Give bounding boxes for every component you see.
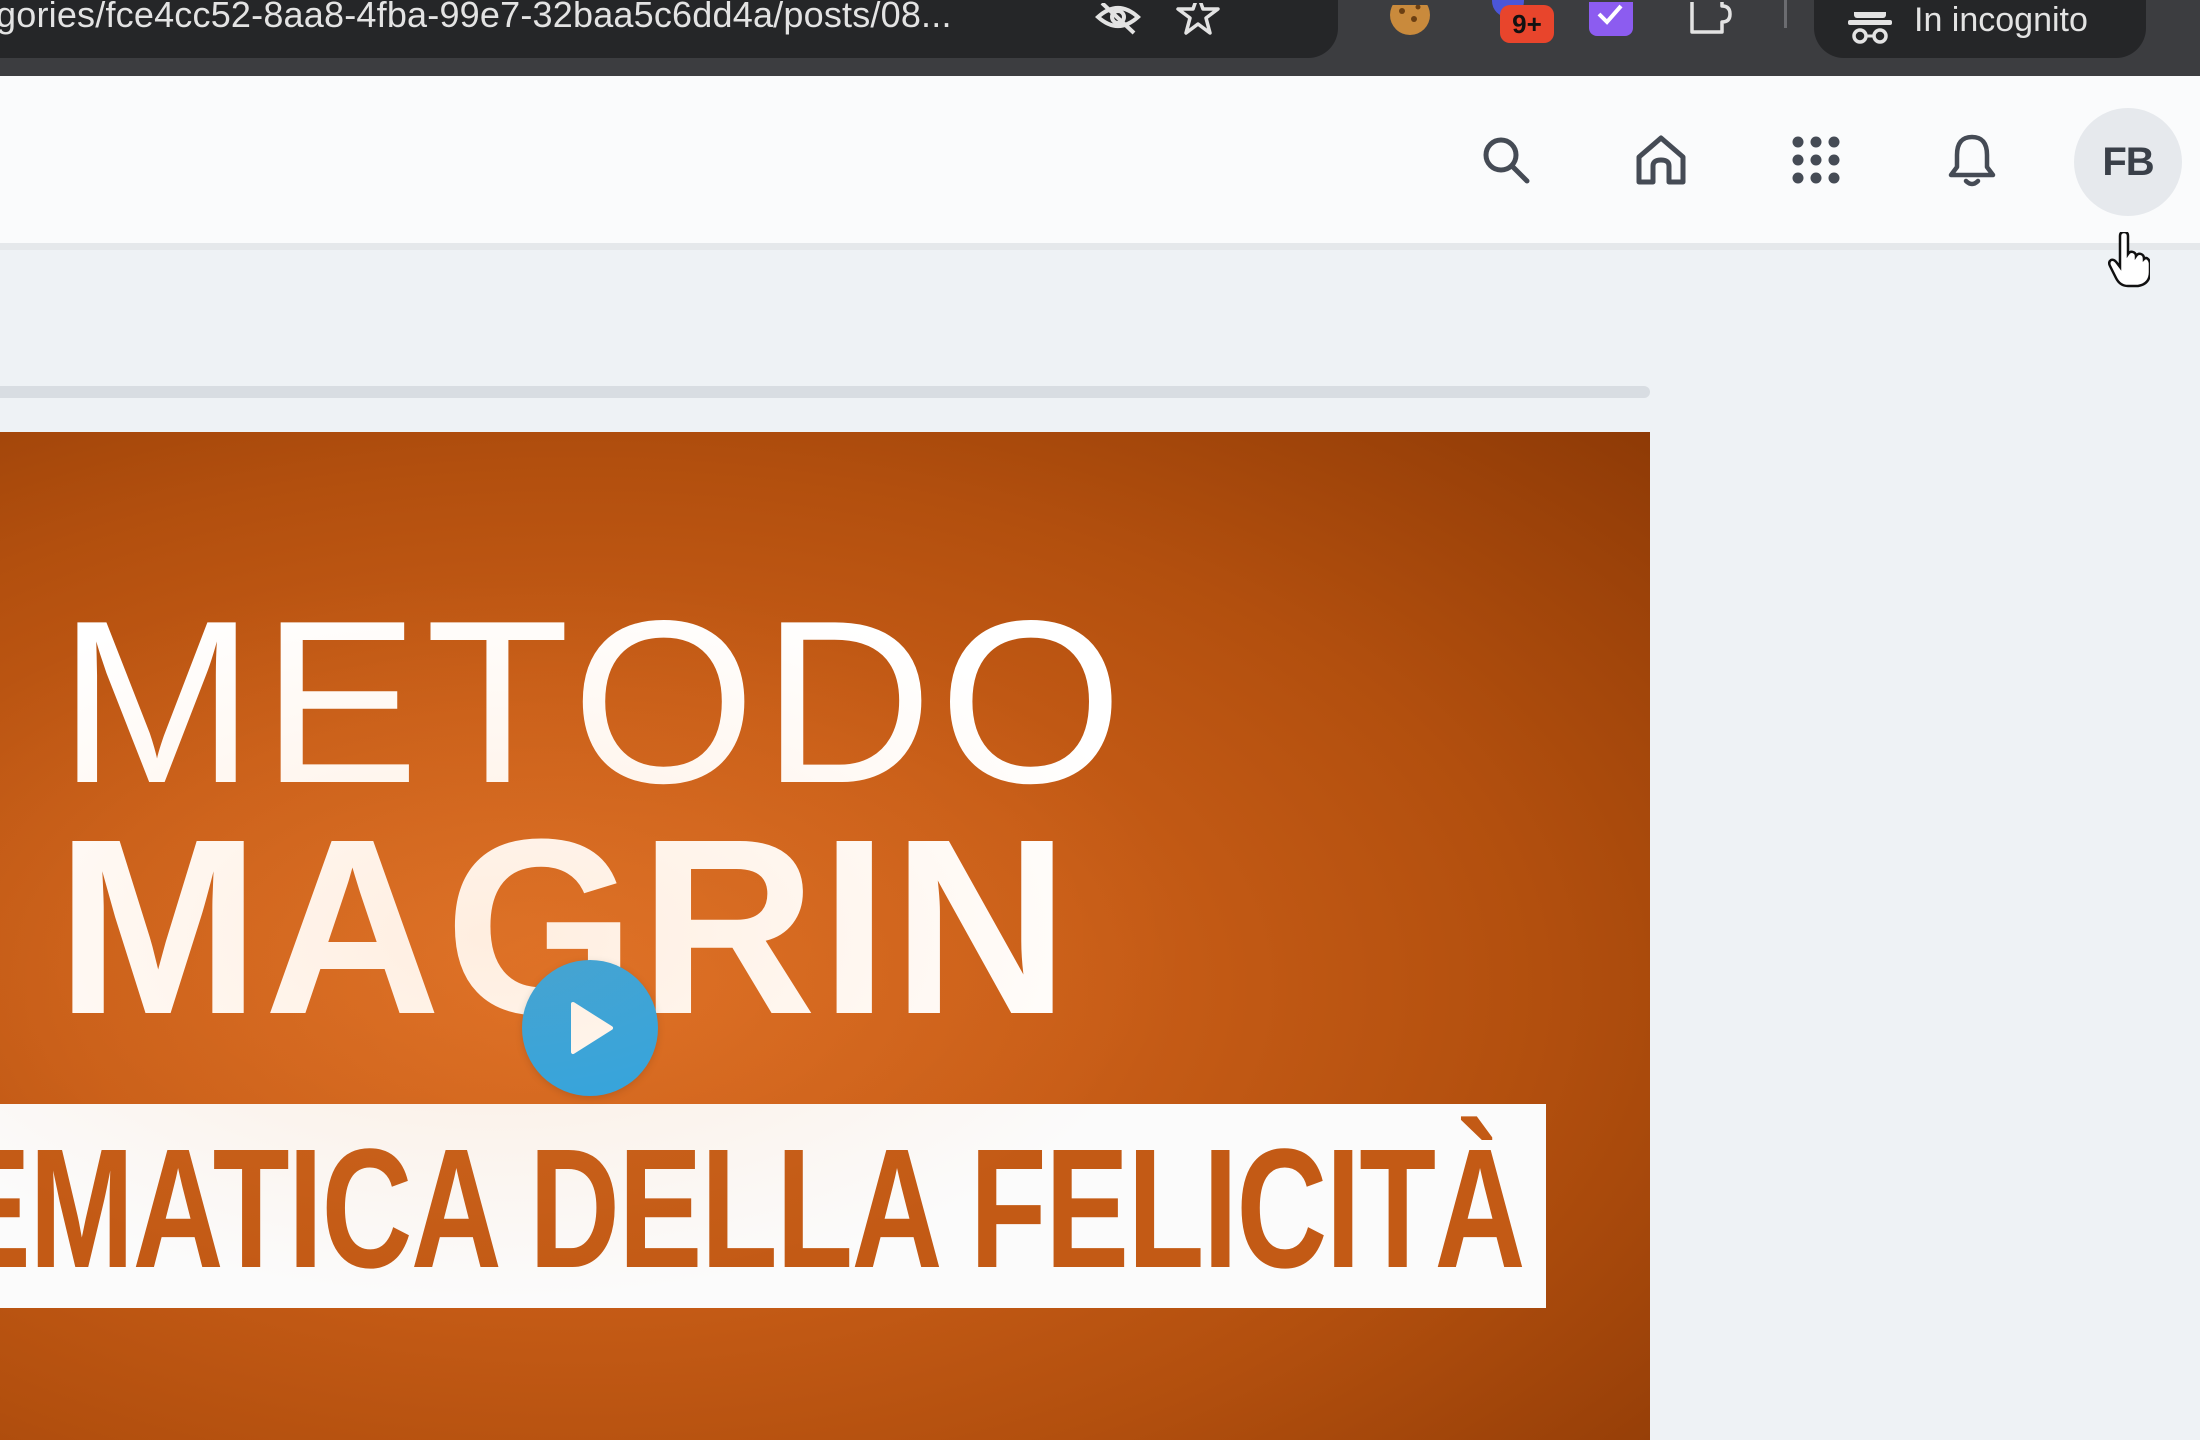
puzzle-icon[interactable]	[1686, 0, 1736, 44]
star-icon[interactable]	[1170, 0, 1226, 40]
incognito-indicator[interactable]: In incognito	[1814, 0, 2146, 58]
incognito-label: In incognito	[1914, 1, 2088, 39]
video-banner-text: TEMATICA DELLA FELICITÀ	[0, 1114, 1525, 1304]
incognito-icon	[1848, 12, 1892, 44]
search-icon	[1483, 137, 1530, 184]
search-button[interactable]	[1456, 110, 1556, 210]
toolbar-divider	[1784, 0, 1787, 28]
address-bar[interactable]: gories/fce4cc52-8aa8-4fba-99e7-32baa5c6d…	[0, 0, 1338, 58]
url-text[interactable]: gories/fce4cc52-8aa8-4fba-99e7-32baa5c6d…	[0, 0, 952, 34]
progress-bar	[0, 386, 1650, 398]
cookie-icon[interactable]	[1386, 0, 1434, 44]
page: gories/fce4cc52-8aa8-4fba-99e7-32baa5c6d…	[0, 0, 2200, 1440]
home-icon	[1636, 135, 1686, 185]
user-avatar[interactable]: FB	[2074, 108, 2182, 216]
eye-off-icon[interactable]	[1090, 0, 1146, 40]
apps-grid-icon	[1792, 136, 1840, 184]
checkbox-extension-icon[interactable]	[1586, 0, 1636, 44]
home-button[interactable]	[1611, 110, 1711, 210]
video-title-line1: METODO	[58, 573, 1129, 832]
browser-chrome: gories/fce4cc52-8aa8-4fba-99e7-32baa5c6d…	[0, 0, 2200, 76]
notifications-button[interactable]	[1922, 110, 2022, 210]
play-button[interactable]	[522, 960, 658, 1096]
bell-icon	[1948, 134, 1996, 187]
extension-badge-icon[interactable]: 9+	[1486, 0, 1556, 44]
video-banner: TEMATICA DELLA FELICITÀ	[0, 1104, 1546, 1308]
video-player[interactable]: METODO MAGRIN TEMATICA DELLA FELICITÀ	[0, 432, 1650, 1440]
play-icon	[571, 1002, 613, 1054]
avatar-initials: FB	[2102, 139, 2154, 184]
apps-button[interactable]	[1766, 110, 1866, 210]
app-header: FB	[0, 76, 2200, 288]
extension-badge-text: 9+	[1512, 9, 1542, 39]
hand-cursor-icon	[2108, 232, 2150, 288]
